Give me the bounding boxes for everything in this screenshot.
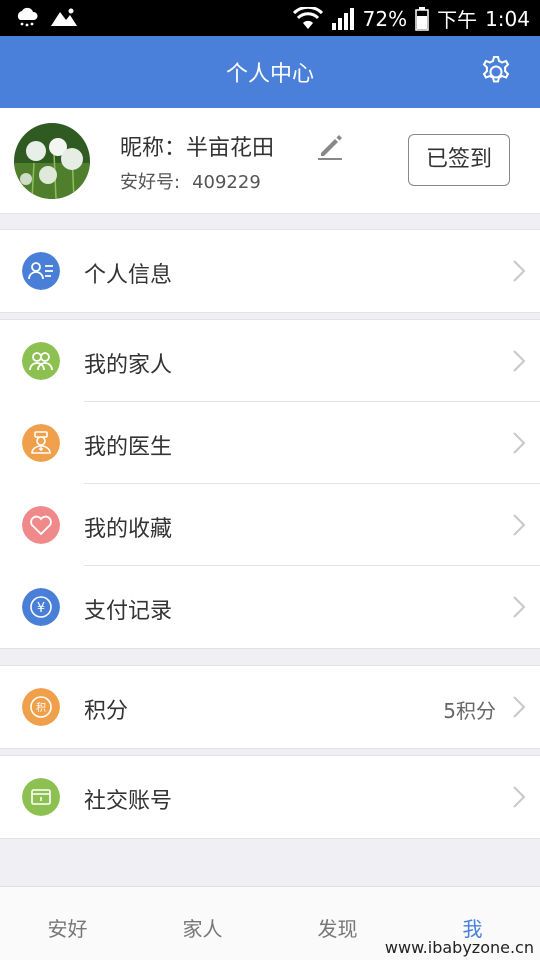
page-title: 个人中心 [225, 62, 314, 87]
chevron-right-icon [513, 432, 526, 454]
user-id: 安好号: 409229 [120, 168, 261, 194]
chevron-right-icon [513, 350, 526, 372]
menu-item-social[interactable]: 社交账号 [0, 756, 540, 838]
battery-icon [415, 6, 429, 31]
nickname: 昵称：半亩花田 [120, 130, 274, 162]
chevron-right-icon [513, 786, 526, 808]
nickname-value: 半亩花田 [186, 136, 275, 161]
pencil-icon[interactable] [316, 132, 344, 160]
menu-group-social: 社交账号 [0, 755, 540, 839]
status-bar: 72% 下午 1:04 [0, 0, 540, 36]
doctor-icon [22, 424, 60, 462]
points-coin-icon: 积 [22, 688, 60, 726]
tab-anhao[interactable]: 安好 [0, 913, 135, 942]
people-icon [22, 342, 60, 380]
chevron-right-icon [513, 696, 526, 718]
cloud-icon [17, 7, 38, 27]
user-id-value: 409229 [192, 172, 261, 193]
folder-icon [22, 778, 60, 816]
signin-button[interactable]: 已签到 [408, 134, 510, 186]
watermark: www.ibabyzone.cn [384, 938, 534, 957]
chevron-right-icon [513, 260, 526, 282]
id-card-icon [22, 252, 60, 290]
menu-label: 支付记录 [84, 599, 173, 624]
svg-text:积: 积 [36, 702, 46, 714]
time-period: 下午 [437, 8, 478, 32]
menu-group-points: 积 积分 5积分 [0, 665, 540, 749]
menu-label: 积分 [84, 699, 129, 724]
menu-label: 社交账号 [84, 789, 173, 814]
menu-item-doctor[interactable]: 我的医生 [0, 402, 540, 484]
battery-percent: 72% [362, 6, 408, 31]
signal-icon [331, 7, 354, 30]
nickname-label: 昵称： [120, 136, 187, 161]
chevron-right-icon [513, 514, 526, 536]
chevron-right-icon [513, 596, 526, 618]
svg-text:¥: ¥ [37, 601, 45, 616]
menu-group-main: 我的家人 我的医生 我的收藏 ¥ 支付记录 [0, 319, 540, 649]
menu-label: 我的收藏 [84, 517, 173, 542]
wifi-icon [292, 6, 323, 29]
menu-label: 我的医生 [84, 435, 173, 460]
menu-group-info: 个人信息 [0, 229, 540, 313]
menu-item-family[interactable]: 我的家人 [0, 320, 540, 402]
heart-icon [22, 506, 60, 544]
menu-item-personal-info[interactable]: 个人信息 [0, 230, 540, 312]
title-bar: 个人中心 [0, 36, 540, 108]
menu-item-points[interactable]: 积 积分 5积分 [0, 666, 540, 748]
menu-label: 个人信息 [84, 263, 173, 288]
menu-item-payments[interactable]: ¥ 支付记录 [0, 566, 540, 648]
gear-icon[interactable] [478, 54, 514, 90]
clock: 1:04 [485, 6, 530, 31]
points-value: 5积分 [443, 699, 496, 723]
avatar[interactable] [14, 123, 90, 199]
profile-card[interactable]: 昵称：半亩花田 安好号: 409229 已签到 [0, 108, 540, 214]
user-id-label: 安好号: [120, 172, 181, 193]
menu-label: 我的家人 [84, 353, 173, 378]
image-icon [51, 8, 77, 26]
menu-item-favorites[interactable]: 我的收藏 [0, 484, 540, 566]
yen-coin-icon: ¥ [22, 588, 60, 626]
tab-family[interactable]: 家人 [135, 913, 270, 942]
